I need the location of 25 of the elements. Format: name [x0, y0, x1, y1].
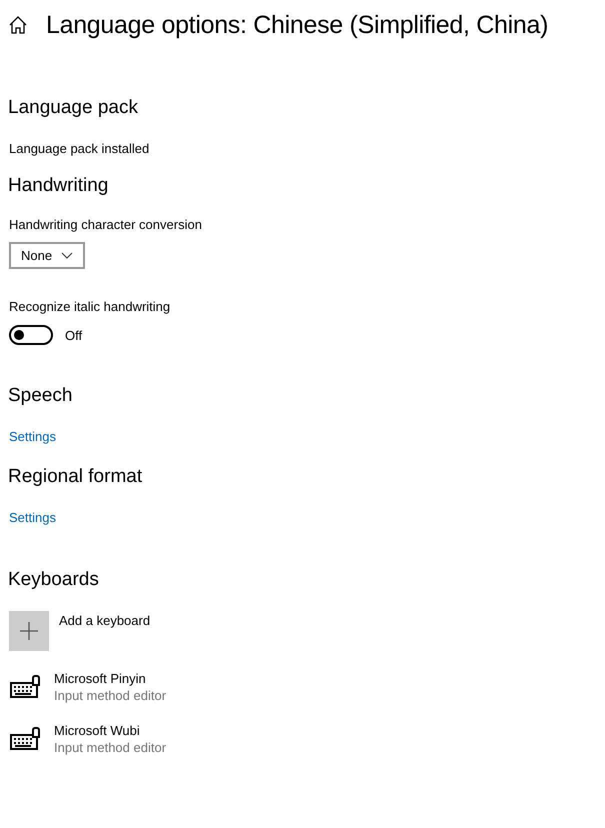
keyboard-name[interactable]: Microsoft Wubi — [54, 723, 166, 738]
field-label: Recognize italic handwriting — [9, 299, 172, 314]
toggle-state: Off — [65, 328, 82, 342]
keyboard-type: Input method editor — [54, 688, 166, 703]
field-label: Handwriting character conversion — [9, 217, 203, 232]
status-text: Language pack installed — [9, 141, 150, 156]
settings-link[interactable]: Settings — [9, 510, 56, 525]
chevron-icon — [61, 252, 74, 259]
section-heading: Language pack — [8, 97, 139, 119]
conversion-dropdown[interactable]: None — [9, 242, 86, 269]
page-title: Language options: Chinese (Simplified, China) — [46, 10, 548, 40]
keyboard-name[interactable]: Microsoft Pinyin — [54, 671, 166, 686]
section-heading: Handwriting — [8, 175, 110, 197]
plus-icon — [20, 622, 38, 640]
keyboard-icon — [9, 675, 41, 699]
keyboard-type: Input method editor — [54, 740, 166, 755]
section-heading: Speech — [8, 385, 74, 407]
section-heading: Keyboards — [8, 569, 100, 591]
toggle-switch[interactable] — [9, 325, 53, 345]
home-icon[interactable] — [8, 15, 28, 35]
add-keyboard-label[interactable]: Add a keyboard — [59, 613, 150, 628]
section-heading: Regional format — [8, 466, 144, 488]
keyboard-icon — [9, 727, 41, 751]
add-keyboard-button[interactable] — [9, 611, 49, 651]
settings-link[interactable]: Settings — [9, 429, 56, 444]
